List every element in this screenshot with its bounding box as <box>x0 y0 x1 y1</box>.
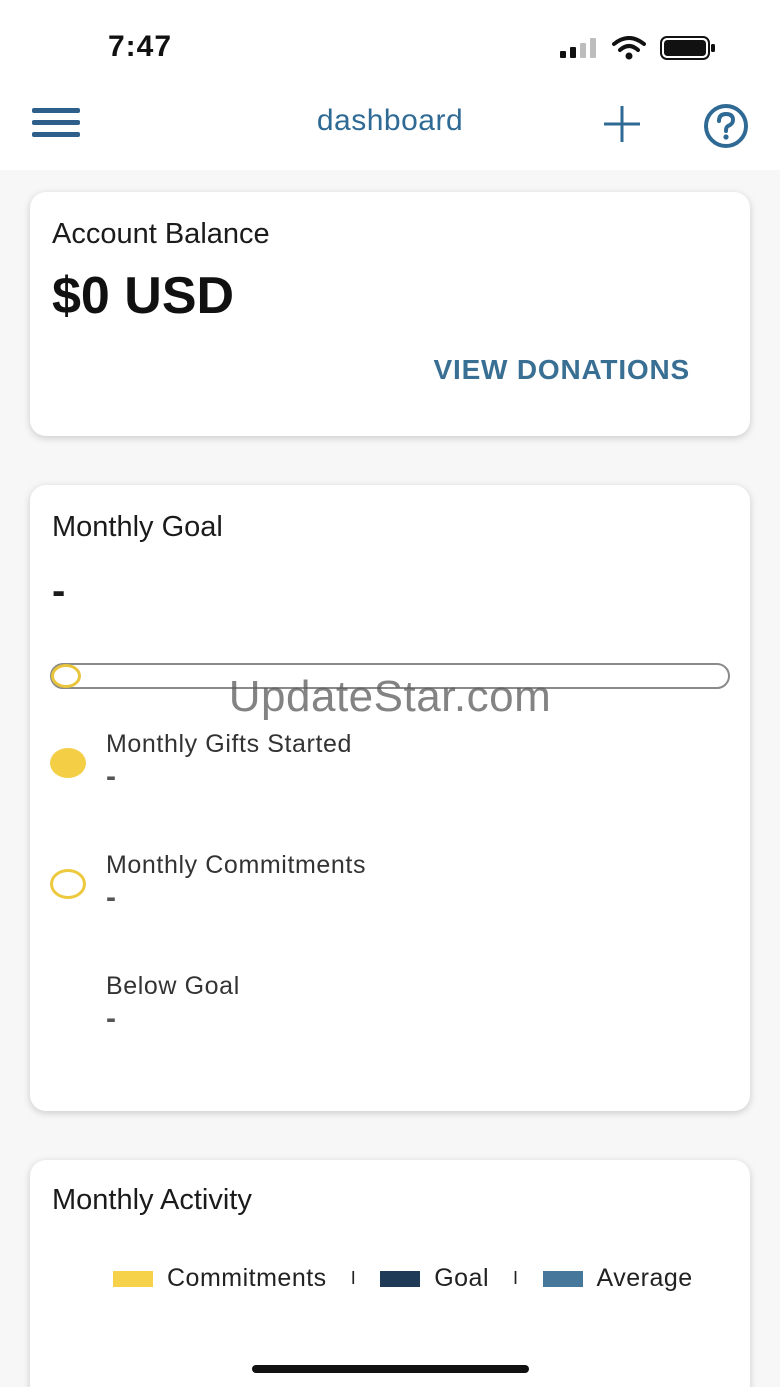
legend-commitments: Commitments <box>113 1264 327 1293</box>
watermark: UpdateStar.com <box>228 672 552 721</box>
help-icon[interactable] <box>702 102 750 150</box>
cellular-signal-icon <box>560 38 596 58</box>
legend-commitments-label: Commitments <box>167 1264 327 1292</box>
commitments-ring-icon <box>50 869 86 899</box>
wifi-icon <box>612 36 646 60</box>
chart-legend: Commitments I Goal I Average <box>113 1264 693 1293</box>
top-bar <box>0 0 780 170</box>
below-goal-value: - <box>106 1002 116 1035</box>
view-donations-button[interactable]: VIEW DONATIONS <box>434 354 690 386</box>
commitments-swatch <box>113 1270 153 1287</box>
monthly-goal-card: Monthly Goal - Monthly Gifts Started - M… <box>30 485 750 1111</box>
legend-goal: Goal <box>380 1264 489 1293</box>
monthly-activity-title: Monthly Activity <box>52 1184 252 1216</box>
battery-icon <box>660 36 715 60</box>
legend-goal-label: Goal <box>434 1264 490 1292</box>
monthly-goal-title: Monthly Goal <box>52 511 223 543</box>
page-title: dashboard <box>316 104 464 137</box>
goal-swatch <box>380 1270 421 1287</box>
status-time: 7:47 <box>108 30 173 63</box>
legend-average: Average <box>542 1264 693 1293</box>
average-swatch <box>542 1270 583 1287</box>
account-balance-card: Account Balance $0 USD VIEW DONATIONS <box>30 192 750 436</box>
add-icon[interactable] <box>600 102 644 146</box>
gifts-started-value: - <box>106 760 116 793</box>
legend-separator: I <box>513 1268 519 1288</box>
gifts-started-label: Monthly Gifts Started <box>106 730 353 758</box>
monthly-activity-card: Monthly Activity Commitments I Goal I Av… <box>30 1160 750 1387</box>
account-balance-title: Account Balance <box>52 218 270 250</box>
commitments-value: - <box>106 881 116 914</box>
gifts-started-dot-icon <box>50 748 86 778</box>
monthly-goal-value: - <box>52 569 66 613</box>
legend-separator: I <box>350 1268 357 1288</box>
below-goal-label: Below Goal <box>106 972 240 1000</box>
commitments-label: Monthly Commitments <box>106 851 367 879</box>
legend-average-label: Average <box>596 1264 693 1292</box>
home-indicator <box>252 1365 529 1373</box>
balance-amount: $0 USD <box>52 267 235 325</box>
